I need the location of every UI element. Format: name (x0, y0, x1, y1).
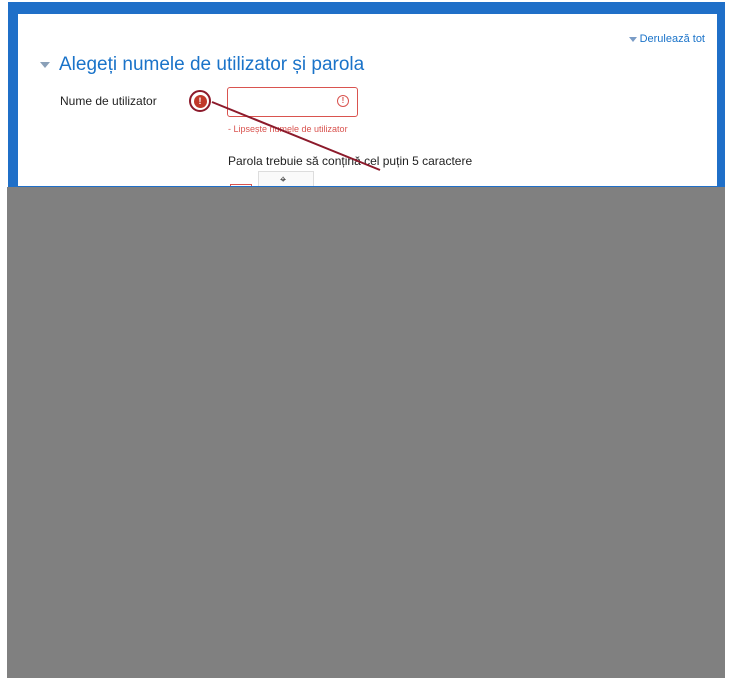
form-panel: Derulează tot Alegeți numele de utilizat… (18, 14, 717, 186)
mouse-cursor-icon: ⌖ (280, 174, 287, 186)
error-indicator[interactable]: ! (189, 90, 211, 112)
section-title: Alegeți numele de utilizator și parola (59, 54, 365, 75)
collapse-icon (40, 62, 50, 68)
exclamation-circle-icon: ! (193, 94, 207, 108)
password-input[interactable] (230, 184, 252, 186)
username-error-message: - Lipsește numele de utilizator (228, 124, 348, 134)
username-label: Nume de utilizator (60, 94, 157, 108)
password-rule-text: Parola trebuie să conțină cel puțin 5 ca… (228, 154, 473, 168)
section-header[interactable]: Alegeți numele de utilizator și parola (40, 54, 364, 76)
gray-overlay (7, 187, 725, 678)
warning-circle-icon: ! (337, 95, 349, 107)
triangle-down-icon (628, 36, 637, 42)
expand-all-label: Derulează tot (639, 33, 705, 45)
username-input[interactable]: ! (227, 87, 358, 117)
expand-all-link[interactable]: Derulează tot (628, 33, 705, 45)
